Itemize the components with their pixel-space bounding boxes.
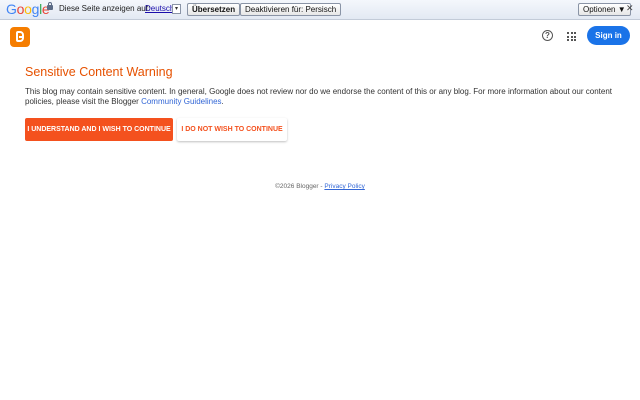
sign-in-button[interactable]: Sign in <box>587 26 630 45</box>
lock-icon <box>47 2 53 10</box>
page-title: Sensitive Content Warning <box>25 65 173 79</box>
language-dropdown-icon[interactable]: ▾ <box>172 4 181 14</box>
help-icon[interactable]: ? <box>542 30 553 41</box>
copyright-text: ©2026 Blogger - <box>275 183 325 190</box>
community-guidelines-link[interactable]: Community Guidelines <box>141 97 221 106</box>
blogger-logo[interactable] <box>10 27 30 47</box>
apps-grid-icon[interactable] <box>567 32 576 41</box>
translate-bar: Google Diese Seite anzeigen auf: Deutsch… <box>0 0 640 20</box>
language-link[interactable]: Deutsch <box>145 4 174 13</box>
footer: ©2026 Blogger - Privacy Policy <box>0 183 640 190</box>
translate-label: Diese Seite anzeigen auf: <box>59 4 151 13</box>
warning-text: This blog may contain sensitive content.… <box>25 87 613 106</box>
continue-button[interactable]: I UNDERSTAND AND I WISH TO CONTINUE <box>25 118 173 141</box>
privacy-policy-link[interactable]: Privacy Policy <box>324 183 364 190</box>
options-button[interactable]: Optionen ▼ <box>578 3 631 16</box>
warning-description: This blog may contain sensitive content.… <box>25 87 620 107</box>
warning-text-suffix: . <box>221 97 224 106</box>
close-icon[interactable]: ✕ <box>626 4 634 13</box>
blogger-b-icon <box>16 31 24 42</box>
google-logo: Google <box>6 1 50 17</box>
decline-button[interactable]: I DO NOT WISH TO CONTINUE <box>177 118 287 141</box>
translate-button[interactable]: Übersetzen <box>187 3 241 16</box>
disable-translate-button[interactable]: Deaktivieren für: Persisch <box>240 3 342 16</box>
